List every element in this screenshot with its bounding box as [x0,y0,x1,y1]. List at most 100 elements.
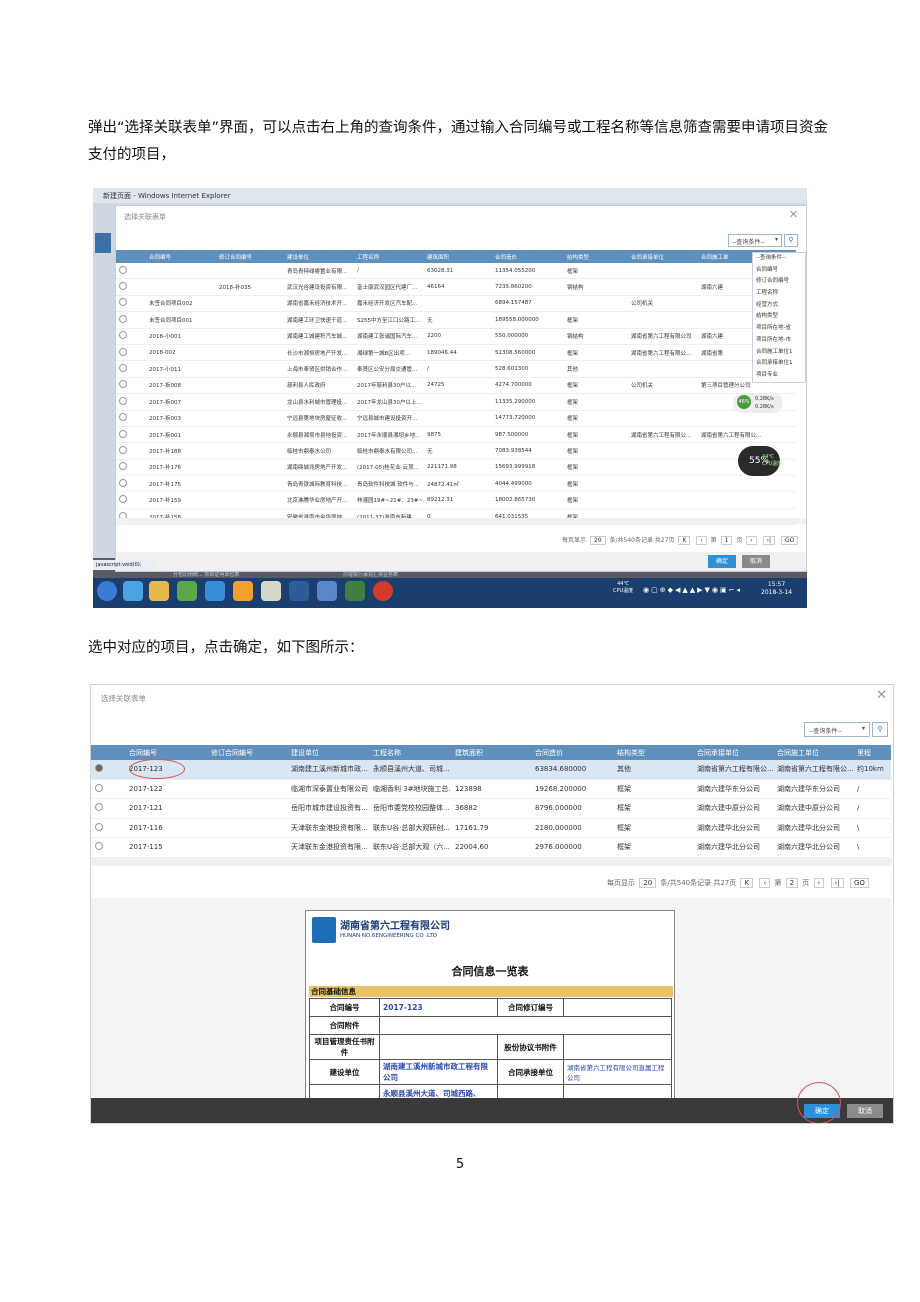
app-icon[interactable] [345,581,365,601]
row-radio[interactable] [119,445,127,454]
column-header[interactable]: 里程 [853,745,891,760]
column-header[interactable]: 合同造价 [531,745,613,760]
confirm-button[interactable]: 确定 [708,555,736,568]
page-size-input[interactable]: 20 [589,536,606,545]
search-button[interactable]: ⚲ [784,234,798,247]
column-header[interactable] [116,250,146,263]
page-input[interactable]: 2 [785,878,799,888]
prev-page-button[interactable]: ‹ [759,878,771,888]
next-page-button[interactable]: › [746,536,757,545]
table-row[interactable]: 未签合同项目001 湖南建工环卫快速干道... S255中方至江口公路工... 无 18… [116,311,796,329]
row-radio[interactable] [119,331,127,340]
column-header[interactable]: 结构类型 [613,745,693,760]
dropdown-option[interactable]: 项目所在地-市 [753,335,805,347]
table-row[interactable]: 2017-拆007 龙山县水利城市管理投... 2017年龙山县30户以上... 11… [116,393,796,411]
app-icon[interactable] [149,581,169,601]
dropdown-option[interactable]: 项目所在地-省 [753,323,805,335]
last-page-button[interactable]: ›| [762,536,776,545]
folder-icon[interactable] [261,581,281,601]
table-row[interactable]: 2017-116 天津联东金港投资有限... 联东U谷·总部大观研创... 17161… [91,818,891,838]
column-header[interactable]: 合同承接单位 [628,250,698,263]
column-header[interactable]: 修订合同编号 [207,745,287,760]
first-page-button[interactable]: K [740,878,754,888]
table-row[interactable]: 2017-补176 湖南鼎城兆房地产开发... (2017-05)桂花业·云顶...… [116,459,796,477]
column-header[interactable]: 合同编号 [125,745,207,760]
close-icon[interactable]: ✕ [789,208,798,221]
row-radio[interactable] [95,822,103,831]
qq-icon[interactable] [373,581,393,601]
row-radio[interactable] [95,764,103,773]
dropdown-option[interactable]: 合同施工单位1 [753,347,805,359]
column-header[interactable]: 结构类型 [564,250,628,263]
table-row[interactable]: 青岛青特绿睿置业有限.../63028.31 11354.055200 框架 [116,263,796,280]
table-row[interactable]: 2017-122 临湘市深泰置业有限公司 临湘香利 3#地块施工总... 123898… [91,779,891,799]
row-radio[interactable] [119,347,127,356]
app-icon[interactable] [177,581,197,601]
table-row[interactable]: 2018-小001 湖南建工城建积汽车城... 湖南建工张浦国际汽车... 2200 5… [116,328,796,345]
page-input[interactable]: 1 [720,536,733,545]
table-row[interactable]: 2017-123 湖南建工溪州新城市政... 永顺县溪州大道、司城... 63834.… [91,760,891,780]
row-radio[interactable] [119,462,127,471]
ie-icon[interactable] [123,581,143,601]
go-button[interactable]: GO [780,536,799,545]
row-radio[interactable] [119,413,127,422]
column-header[interactable]: 建筑面积 [424,250,492,263]
row-radio[interactable] [119,314,127,323]
row-radio[interactable] [95,783,103,792]
row-radio[interactable] [119,478,127,487]
row-radio[interactable] [119,364,127,373]
dropdown-option[interactable]: 项目专业 [753,370,805,382]
row-radio[interactable] [95,842,103,851]
dropdown-option[interactable]: --查询条件-- [753,253,805,265]
column-header[interactable]: 建筑面积 [451,745,531,760]
dropdown-option[interactable]: 工程名称 [753,288,805,300]
table-row[interactable]: 2017-补188 临桂市鼎泰水公司 临桂市鼎泰水有限公司... 无 7083.9385… [116,442,796,460]
dropdown-option[interactable]: 合同承接单位1 [753,358,805,370]
row-radio[interactable] [119,298,127,307]
word-icon[interactable] [317,581,337,601]
table-row[interactable]: 2017-补175 青岛青铁城际教育科技... 青岛软件科技城 软件与... 2487… [116,475,796,493]
table-row[interactable]: 2017-121 岳阳市城市建设投资有... 岳阳市委党校校园整体... 36882 8… [91,798,891,819]
first-page-button[interactable]: K [678,536,691,545]
browser-icon[interactable] [233,581,253,601]
last-page-button[interactable]: ›| [830,878,844,888]
column-header[interactable]: 修订合同编号 [216,250,284,263]
close-icon[interactable]: ✕ [876,688,887,703]
table-row[interactable]: 2017-拆001 永顺县湘坝市县地投资... 2017年永顺县湘坝乡地... 987… [116,426,796,444]
column-header[interactable]: 建设单位 [284,250,354,263]
column-header[interactable]: 合同造价 [492,250,564,263]
query-select[interactable]: --查询条件-- ▾ [804,722,870,737]
column-header[interactable]: 工程名称 [354,250,424,263]
column-header[interactable]: 合同编号 [146,250,216,263]
table-row[interactable]: 2017-拆003 宁远县第地块房屋征收... 宁远县城市建设投资开... 14773… [116,410,796,427]
cancel-button[interactable]: 取消 [847,1104,883,1118]
row-radio[interactable] [119,495,127,504]
page-size-input[interactable]: 20 [639,878,657,888]
cancel-button[interactable]: 取消 [742,555,770,568]
go-button[interactable]: GO [849,878,869,888]
query-select[interactable]: --查询条件-- ▾ [728,234,782,247]
next-page-button[interactable]: › [813,878,825,888]
prev-page-button[interactable]: ‹ [696,536,707,545]
column-header[interactable]: 建设单位 [287,745,369,760]
table-row[interactable]: 2017-小011 上海市奉贤区供销合作... 奉贤区公安分局交通管.../528.… [116,360,796,378]
row-radio[interactable] [119,429,127,438]
horizontal-scrollbar[interactable] [116,518,806,524]
row-radio[interactable] [119,380,127,389]
app-icon[interactable] [289,581,309,601]
row-radio[interactable] [95,803,103,812]
row-radio[interactable] [119,282,127,291]
ie-icon[interactable] [205,581,225,601]
table-row[interactable]: 2018-002 长沙市湘恒房地产开发... 湘绿第一城B区出项... 189046.… [116,344,796,362]
dropdown-option[interactable]: 结构类型 [753,311,805,323]
search-button[interactable]: ⚲ [872,722,888,737]
table-row[interactable]: 2017-115 天津联东金港投资有限... 联东U谷·总部大观（六... 22004… [91,837,891,858]
table-row[interactable]: 2018-补035 武汉光谷建设投资有限... 富士康武汉园区代建厂... 46164… [116,278,796,296]
table-row[interactable]: 2017-拆008 慈利县人民政府 2017年慈利县30户以... 24725 4274… [116,377,796,395]
start-button-icon[interactable] [97,581,117,601]
column-header[interactable] [91,745,125,760]
table-row[interactable]: 未签合同项目002 湖南省嘉禾经济技术开... 嘉禾经济开发区汽车配... 6894.… [116,295,796,313]
dropdown-option[interactable]: 经营方式 [753,300,805,312]
column-header[interactable]: 工程名称 [369,745,451,760]
column-header[interactable]: 合同承接单位 [693,745,773,760]
